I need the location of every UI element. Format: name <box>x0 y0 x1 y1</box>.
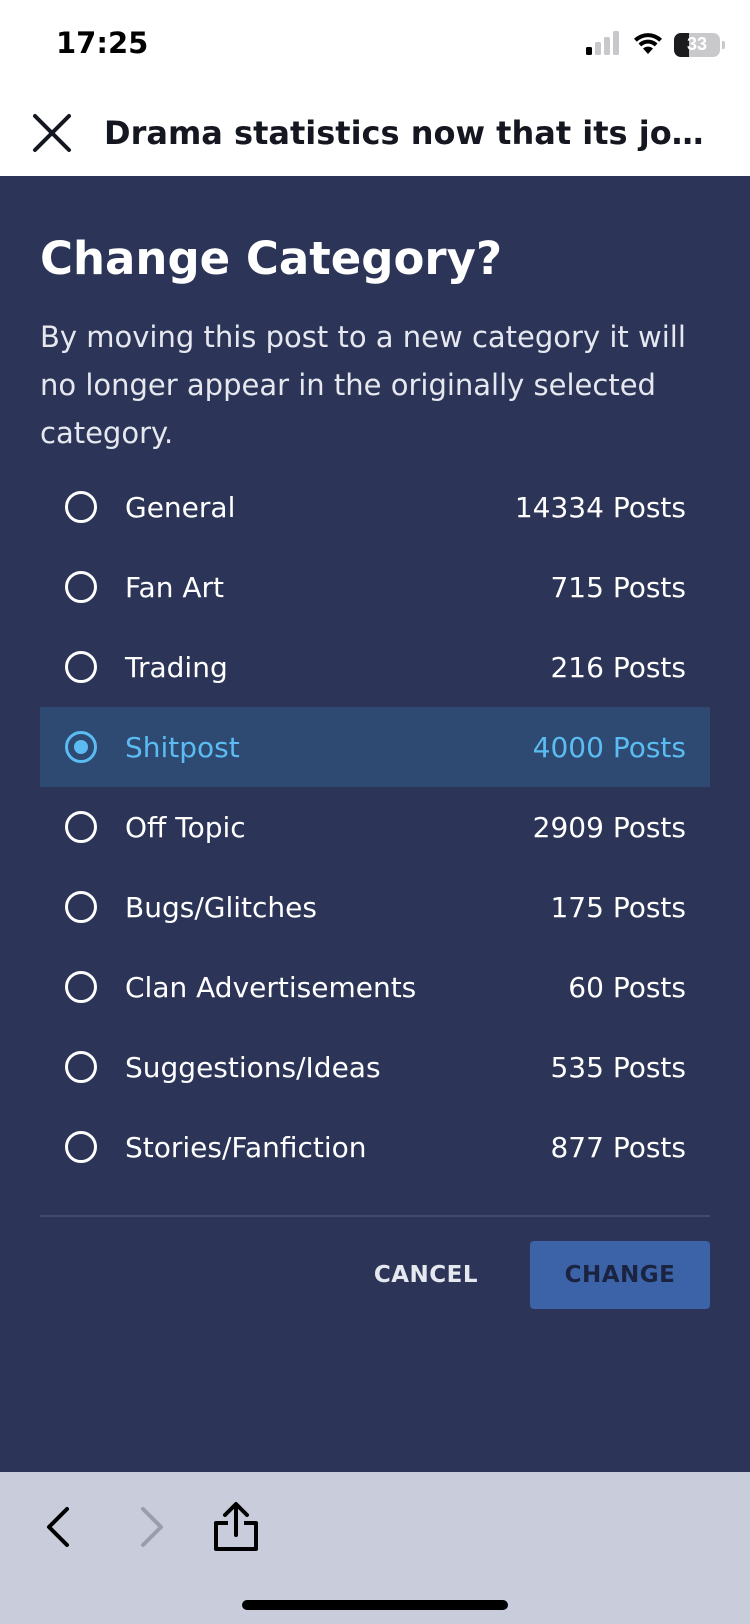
battery-level: 33 <box>686 34 708 54</box>
category-post-count: 14334 Posts <box>514 490 686 524</box>
radio-unselected-icon[interactable] <box>65 571 97 603</box>
back-chevron-icon <box>47 1507 69 1547</box>
home-indicator <box>242 1600 508 1610</box>
radio-dot <box>74 740 88 754</box>
category-post-count: 60 Posts <box>568 970 686 1004</box>
close-button[interactable] <box>30 111 74 155</box>
radio-unselected-icon[interactable] <box>65 891 97 923</box>
category-post-count: 175 Posts <box>550 890 686 924</box>
radio-unselected-icon[interactable] <box>65 811 97 843</box>
radio-unselected-icon[interactable] <box>65 491 97 523</box>
category-label: Bugs/Glitches <box>125 890 317 924</box>
status-icons: 33 <box>586 30 725 60</box>
category-option[interactable]: Fan Art 715 Posts <box>40 547 710 627</box>
radio-unselected-icon[interactable] <box>65 1131 97 1163</box>
post-title: Drama statistics now that its joever... <box>104 114 714 152</box>
forward-button[interactable] <box>122 1492 182 1562</box>
category-label: Suggestions/Ideas <box>125 1050 381 1084</box>
radio-unselected-icon[interactable] <box>65 971 97 1003</box>
radio-unselected-icon[interactable] <box>65 651 97 683</box>
category-option[interactable]: Stories/Fanfiction 877 Posts <box>40 1107 710 1187</box>
status-bar: 17:25 33 <box>0 0 750 90</box>
category-label: Shitpost <box>125 730 240 764</box>
category-option[interactable]: Trading 216 Posts <box>40 627 710 707</box>
category-post-count: 4000 Posts <box>532 730 686 764</box>
category-post-count: 877 Posts <box>550 1130 686 1164</box>
category-post-count: 715 Posts <box>550 570 686 604</box>
category-post-count: 535 Posts <box>550 1050 686 1084</box>
category-label: Clan Advertisements <box>125 970 417 1004</box>
category-option[interactable]: Clan Advertisements 60 Posts <box>40 947 710 1027</box>
cancel-button[interactable]: CANCEL <box>374 1262 478 1288</box>
category-label: General <box>125 490 236 524</box>
dialog-title: Change Category? <box>40 232 503 285</box>
battery-cap <box>722 41 725 49</box>
cellular-signal-icon <box>586 30 622 60</box>
share-icon <box>214 1502 258 1551</box>
radio-selected-icon[interactable] <box>65 731 97 763</box>
category-option[interactable]: Suggestions/Ideas 535 Posts <box>40 1027 710 1107</box>
category-label: Fan Art <box>125 570 224 604</box>
category-options: General 14334 Posts Fan Art 715 Posts Tradin… <box>40 467 710 1187</box>
category-option[interactable]: General 14334 Posts <box>40 467 710 547</box>
close-icon <box>33 114 71 152</box>
category-option[interactable]: Bugs/Glitches 175 Posts <box>40 867 710 947</box>
back-button[interactable] <box>28 1492 88 1562</box>
change-category-dialog: Change Category? By moving this post to … <box>40 176 710 1309</box>
radio-unselected-icon[interactable] <box>65 1051 97 1083</box>
dialog-description: By moving this post to a new category it… <box>40 320 686 450</box>
post-header: Drama statistics now that its joever... <box>0 90 750 176</box>
browser-toolbar <box>0 1472 750 1624</box>
change-button[interactable]: CHANGE <box>530 1241 710 1309</box>
category-option[interactable]: Off Topic 2909 Posts <box>40 787 710 867</box>
forward-chevron-icon <box>141 1507 163 1547</box>
status-time: 17:25 <box>56 26 149 60</box>
battery-icon: 33 <box>674 33 725 57</box>
category-label: Off Topic <box>125 810 246 844</box>
dialog-actions: CANCEL CHANGE <box>40 1241 710 1309</box>
category-post-count: 2909 Posts <box>532 810 686 844</box>
category-label: Trading <box>125 650 228 684</box>
category-option[interactable]: Shitpost 4000 Posts <box>40 707 710 787</box>
category-post-count: 216 Posts <box>550 650 686 684</box>
divider <box>40 1215 710 1217</box>
wifi-icon <box>632 31 664 60</box>
share-button[interactable] <box>206 1492 266 1562</box>
category-label: Stories/Fanfiction <box>125 1130 367 1164</box>
